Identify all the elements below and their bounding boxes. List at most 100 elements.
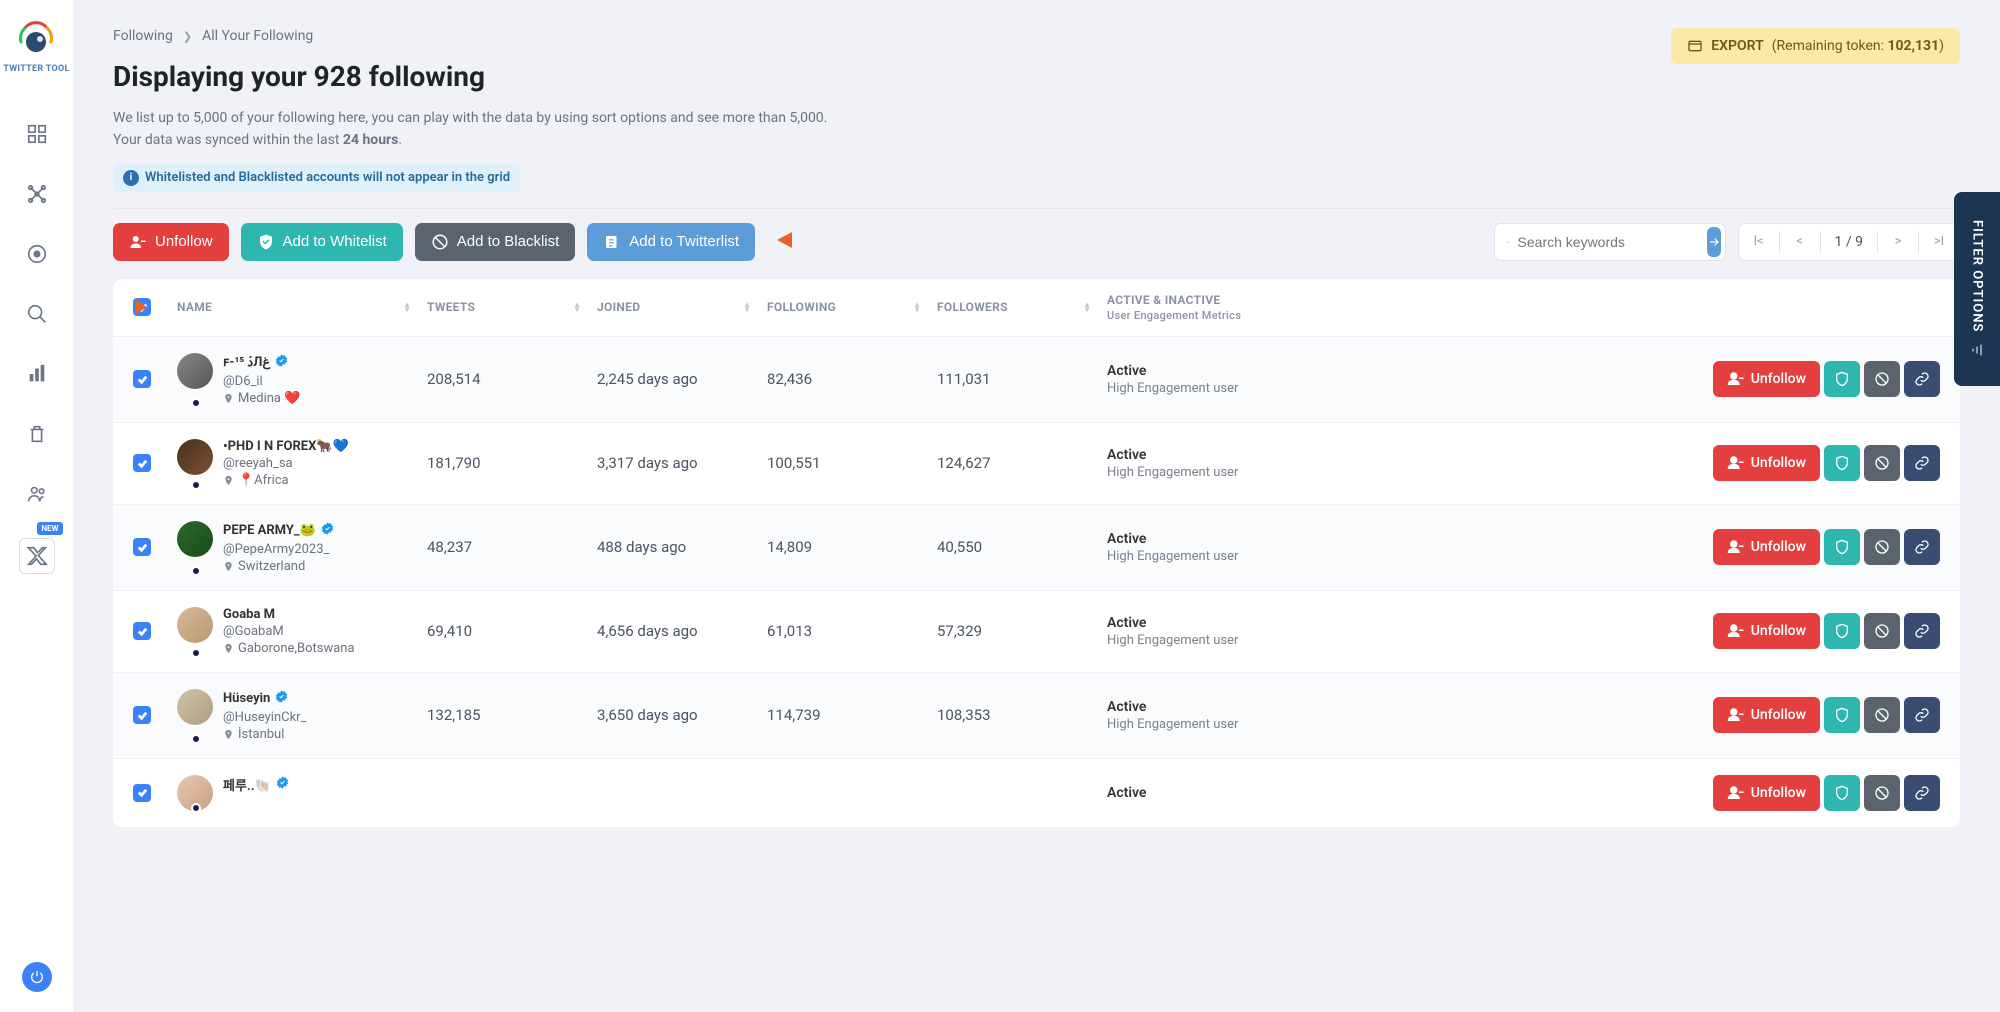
col-tweets[interactable]: TWEETS [427, 300, 475, 314]
row-whitelist-button[interactable] [1824, 529, 1860, 565]
row-whitelist-button[interactable] [1824, 613, 1860, 649]
row-link-button[interactable] [1904, 445, 1940, 481]
page-next-button[interactable]: > [1884, 228, 1912, 256]
user-location: Gaborone,Botswana [223, 641, 355, 656]
verified-icon [320, 521, 335, 540]
row-unfollow-button[interactable]: Unfollow [1713, 697, 1820, 733]
avatar [177, 353, 213, 389]
annotation-arrow-checkbox [113, 291, 147, 327]
sort-icon[interactable]: ▲▼ [573, 302, 581, 312]
row-checkbox[interactable] [133, 622, 151, 640]
row-unfollow-button[interactable]: Unfollow [1713, 361, 1820, 397]
col-active[interactable]: ACTIVE & INACTIVEUser Engagement Metrics [1107, 293, 1720, 322]
row-whitelist-button[interactable] [1824, 775, 1860, 811]
col-following[interactable]: FOLLOWING [767, 300, 836, 314]
nav-search-icon[interactable] [17, 294, 57, 334]
pagination: I< < 1 / 9 > >I [1738, 223, 1960, 261]
user-name[interactable]: PEPE ARMY_🐸 [223, 521, 335, 540]
row-checkbox[interactable] [133, 454, 151, 472]
export-button[interactable]: EXPORT (Remaining token: 102,131) [1671, 28, 1960, 64]
row-link-button[interactable] [1904, 775, 1940, 811]
col-joined[interactable]: JOINED [597, 300, 640, 314]
add-blacklist-button[interactable]: Add to Blacklist [415, 223, 576, 261]
x-icon [19, 538, 55, 574]
toolbar: Unfollow Add to Whitelist Add to Blackli… [113, 223, 1960, 261]
nav-x-new-icon[interactable] [17, 534, 57, 574]
search-input-wrap [1494, 223, 1726, 261]
row-unfollow-button[interactable]: Unfollow [1713, 445, 1820, 481]
search-input[interactable] [1510, 234, 1707, 250]
user-name[interactable]: ꜰ-¹⁵ د⁦́Лغ [223, 353, 300, 372]
add-whitelist-button[interactable]: Add to Whitelist [241, 223, 403, 261]
nav-target-icon[interactable] [17, 234, 57, 274]
page-title: Displaying your 928 following [113, 60, 827, 93]
nav-dashboard-icon[interactable] [17, 114, 57, 154]
row-whitelist-button[interactable] [1824, 697, 1860, 733]
nav-trash-icon[interactable] [17, 414, 57, 454]
nav-people-icon[interactable] [17, 474, 57, 514]
page-last-button[interactable]: >I [1925, 228, 1953, 256]
page-first-button[interactable]: I< [1745, 228, 1773, 256]
table-header: NAME ▲▼ TWEETS ▲▼ JOINED ▲▼ FOLLOWING ▲▼ FOL… [113, 279, 1960, 337]
user-name[interactable]: 페루..🐚 [223, 775, 290, 794]
row-blacklist-button[interactable] [1864, 361, 1900, 397]
activity-cell: Active High Engagement user [1107, 363, 1713, 396]
avatar [177, 607, 213, 643]
breadcrumb: Following ❯ All Your Following [113, 28, 827, 44]
row-link-button[interactable] [1904, 697, 1940, 733]
row-link-button[interactable] [1904, 361, 1940, 397]
nav-network-icon[interactable] [17, 174, 57, 214]
tweets-count: 48,237 [427, 538, 597, 556]
power-button-icon[interactable] [22, 962, 52, 992]
row-whitelist-button[interactable] [1824, 361, 1860, 397]
activity-cell: Active [1107, 785, 1713, 801]
row-blacklist-button[interactable] [1864, 775, 1900, 811]
row-unfollow-button[interactable]: Unfollow [1713, 775, 1820, 811]
row-unfollow-button[interactable]: Unfollow [1713, 529, 1820, 565]
row-whitelist-button[interactable] [1824, 445, 1860, 481]
breadcrumb-root[interactable]: Following [113, 28, 173, 44]
joined-ago: 3,650 days ago [597, 706, 767, 724]
page-prev-button[interactable]: < [1786, 228, 1814, 256]
user-name[interactable]: Goaba M [223, 607, 355, 622]
status-dot-icon [191, 398, 201, 408]
user-location: İstanbul [223, 727, 306, 742]
col-name[interactable]: NAME [177, 300, 212, 314]
row-link-button[interactable] [1904, 613, 1940, 649]
row-link-button[interactable] [1904, 529, 1940, 565]
following-count: 61,013 [767, 622, 937, 640]
row-unfollow-button[interactable]: Unfollow [1713, 613, 1820, 649]
filter-options-tab[interactable]: FILTER OPTIONS [1954, 192, 2000, 386]
row-checkbox[interactable] [133, 370, 151, 388]
row-checkbox[interactable] [133, 706, 151, 724]
row-blacklist-button[interactable] [1864, 697, 1900, 733]
row-blacklist-button[interactable] [1864, 529, 1900, 565]
following-table: NAME ▲▼ TWEETS ▲▼ JOINED ▲▼ FOLLOWING ▲▼ FOL… [113, 279, 1960, 828]
add-twitterlist-button[interactable]: Add to Twitterlist [587, 223, 755, 261]
col-followers[interactable]: FOLLOWERS [937, 300, 1008, 314]
tweets-count: 132,185 [427, 706, 597, 724]
row-checkbox[interactable] [133, 784, 151, 802]
search-submit-button[interactable] [1707, 227, 1721, 257]
avatar [177, 521, 213, 557]
user-name[interactable]: Hüseyin [223, 689, 306, 708]
sort-icon[interactable]: ▲▼ [403, 302, 411, 312]
row-blacklist-button[interactable] [1864, 613, 1900, 649]
sort-icon[interactable]: ▲▼ [913, 302, 921, 312]
activity-cell: Active High Engagement user [1107, 531, 1713, 564]
unfollow-button[interactable]: Unfollow [113, 223, 229, 261]
user-handle: @HuseyinCkr_ [223, 710, 306, 725]
row-checkbox[interactable] [133, 538, 151, 556]
user-handle: @reeyah_sa [223, 456, 349, 471]
avatar [177, 439, 213, 475]
joined-ago: 3,317 days ago [597, 454, 767, 472]
sort-icon[interactable]: ▲▼ [1083, 302, 1091, 312]
nav-stats-icon[interactable] [17, 354, 57, 394]
row-blacklist-button[interactable] [1864, 445, 1900, 481]
subtitle-line2: Your data was synced within the last 24 … [113, 129, 827, 151]
following-count: 114,739 [767, 706, 937, 724]
user-name[interactable]: •PHD I N FOREX🐂💙 [223, 439, 349, 454]
user-location: 📍Africa [223, 473, 349, 488]
info-icon: i [123, 170, 139, 186]
sort-icon[interactable]: ▲▼ [743, 302, 751, 312]
